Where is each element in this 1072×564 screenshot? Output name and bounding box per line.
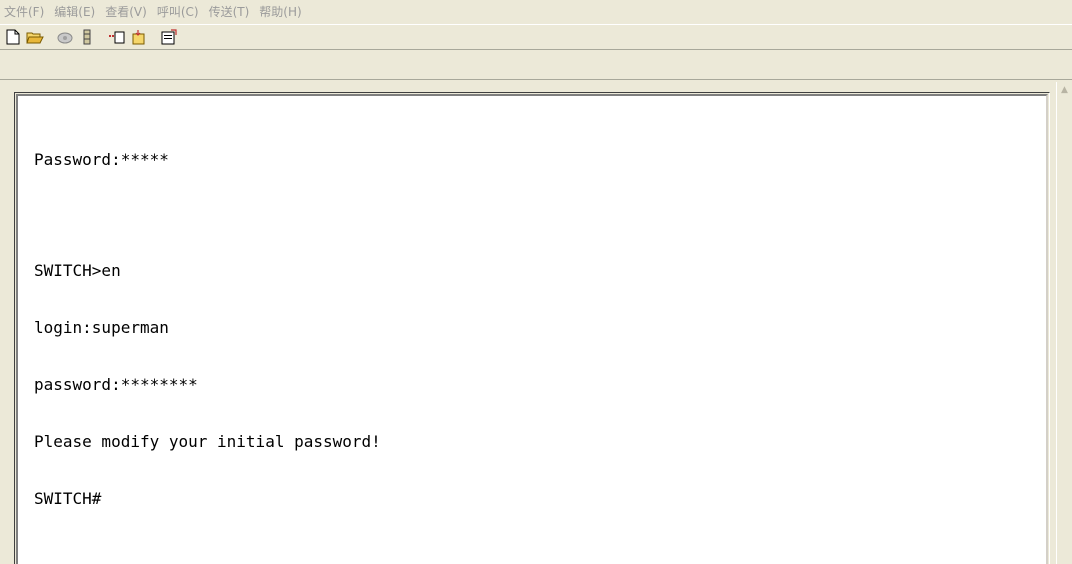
menu-file[interactable]: 文件(F): [4, 3, 44, 20]
scroll-up-arrow-icon[interactable]: ▲: [1061, 84, 1072, 96]
hyperterminal-window: 文件(F) 编辑(E) 查看(V) 呼叫(C) 传送(T) 帮助(H) Pass…: [0, 0, 1072, 564]
new-file-button[interactable]: [3, 27, 23, 47]
terminal-line: Password:*****: [34, 150, 169, 169]
receive-button[interactable]: [129, 27, 149, 47]
menu-bar: 文件(F) 编辑(E) 查看(V) 呼叫(C) 传送(T) 帮助(H): [0, 0, 1072, 22]
terminal-line: SWITCH>en: [34, 261, 121, 280]
terminal-line: password:********: [34, 375, 198, 394]
menu-call[interactable]: 呼叫(C): [157, 3, 199, 20]
receive-icon: [132, 30, 145, 45]
properties-icon: [161, 29, 177, 45]
open-button[interactable]: [25, 27, 45, 47]
disconnect-button[interactable]: [77, 27, 97, 47]
menu-edit[interactable]: 编辑(E): [54, 3, 95, 20]
terminal-line: login:superman: [34, 318, 169, 337]
terminal-line: SWITCH#: [34, 489, 102, 508]
terminal-line: Please modify your initial password!: [34, 432, 381, 451]
new-file-icon: [6, 29, 20, 45]
call-button[interactable]: [55, 27, 75, 47]
send-icon: [109, 31, 125, 44]
menu-view[interactable]: 查看(V): [105, 3, 147, 20]
properties-button[interactable]: [159, 27, 179, 47]
terminal-output[interactable]: Password:***** SWITCH>en login:superman …: [34, 112, 1034, 546]
menu-help[interactable]: 帮助(H): [259, 3, 301, 20]
menu-transfer[interactable]: 传送(T): [209, 3, 250, 20]
open-folder-icon: [26, 32, 44, 44]
send-button[interactable]: [107, 27, 127, 47]
call-phone-icon: [57, 32, 73, 44]
vertical-scrollbar[interactable]: ▲: [1056, 82, 1072, 564]
toolbar: [0, 24, 1072, 50]
disconnect-icon: [83, 29, 91, 45]
toolbar-divider: [0, 79, 1072, 80]
